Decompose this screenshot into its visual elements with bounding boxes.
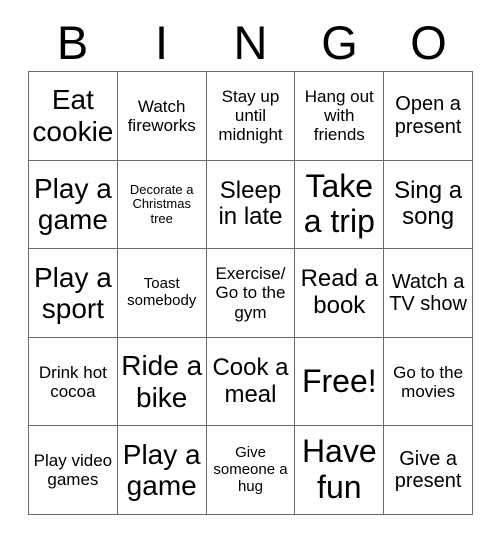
- bingo-cell-label: Read a book: [300, 265, 378, 319]
- bingo-cell[interactable]: Toast somebody: [117, 249, 207, 338]
- bingo-cell-label: Play a sport: [33, 261, 112, 324]
- bingo-cell[interactable]: Play a game: [117, 426, 207, 515]
- bingo-cell-free-space[interactable]: Free!: [295, 337, 385, 427]
- bingo-cell-label: Sleep in late: [218, 176, 283, 231]
- bingo-cell[interactable]: Have fun: [295, 426, 385, 515]
- bingo-cell-label: Play a game: [122, 438, 201, 502]
- bingo-cell-label: Play a game: [33, 173, 112, 236]
- bingo-header-letter-o: O: [410, 16, 447, 69]
- bingo-cell[interactable]: Read a book: [295, 249, 385, 338]
- bingo-cell[interactable]: Hang out with friends: [295, 72, 385, 161]
- bingo-cell-label: Toast somebody: [127, 275, 197, 309]
- bingo-cell[interactable]: Open a present: [384, 72, 473, 161]
- bingo-cell[interactable]: Ride a bike: [117, 337, 207, 427]
- bingo-cell[interactable]: Exercise/ Go to the gym: [206, 249, 296, 338]
- bingo-grid: Eat cookie Watch fireworks Stay up until m…: [28, 71, 473, 515]
- bingo-cell-label: Free!: [301, 362, 377, 399]
- bingo-cell[interactable]: Take a trip: [295, 160, 385, 250]
- bingo-cell-label: Ride a bike: [121, 350, 203, 413]
- bingo-cell-label: Sing a song: [394, 176, 463, 231]
- bingo-cell-label: Open a present: [394, 93, 462, 138]
- bingo-cell-label: Play video games: [33, 451, 113, 490]
- bingo-cell[interactable]: Sleep in late: [206, 160, 296, 250]
- bingo-cell[interactable]: Give a present: [384, 426, 473, 515]
- bingo-cell[interactable]: Sing a song: [384, 160, 473, 250]
- bingo-cell-label: Decorate a Christmas tree: [129, 181, 194, 226]
- bingo-header-letter-b: B: [56, 16, 89, 69]
- bingo-header: B I N G O: [28, 14, 473, 71]
- bingo-cell-label: Hang out with friends: [304, 87, 374, 145]
- bingo-cell[interactable]: Watch fireworks: [117, 72, 207, 161]
- bingo-cell[interactable]: Cook a meal: [206, 337, 296, 427]
- bingo-cell[interactable]: Play video games: [29, 426, 118, 515]
- bingo-header-letter-g: G: [321, 16, 358, 69]
- bingo-cell-label: Drink hot cocoa: [38, 362, 107, 401]
- bingo-cell-label: Watch a TV show: [389, 270, 467, 315]
- bingo-cell[interactable]: Eat cookie: [29, 72, 118, 161]
- bingo-cell-label: Take a trip: [303, 167, 375, 240]
- bingo-header-letter-n: N: [233, 16, 268, 69]
- bingo-cell-label: Have fun: [301, 433, 377, 506]
- bingo-cell-label: Watch fireworks: [127, 96, 196, 135]
- bingo-cell-label: Go to the movies: [393, 362, 464, 401]
- bingo-cell[interactable]: Play a sport: [29, 249, 118, 338]
- bingo-cell-label: Exercise/ Go to the gym: [215, 264, 286, 322]
- bingo-cell[interactable]: Go to the movies: [384, 337, 473, 427]
- bingo-cell[interactable]: Play a game: [29, 160, 118, 250]
- bingo-cell-label: Cook a meal: [212, 353, 289, 408]
- bingo-cell[interactable]: Stay up until midnight: [206, 72, 296, 161]
- bingo-cell[interactable]: Decorate a Christmas tree: [117, 160, 207, 250]
- bingo-card: B I N G O Eat cookie Watch fireworks Stay …: [0, 0, 500, 544]
- bingo-cell[interactable]: Watch a TV show: [384, 249, 473, 338]
- bingo-cell-label: Stay up until midnight: [218, 87, 283, 145]
- bingo-header-letter-i: I: [154, 16, 169, 69]
- bingo-cell-label: Give someone a hug: [213, 443, 288, 495]
- bingo-cell-label: Eat cookie: [32, 84, 114, 147]
- bingo-cell[interactable]: Give someone a hug: [206, 426, 296, 515]
- bingo-cell[interactable]: Drink hot cocoa: [29, 337, 118, 427]
- bingo-cell-label: Give a present: [394, 447, 462, 493]
